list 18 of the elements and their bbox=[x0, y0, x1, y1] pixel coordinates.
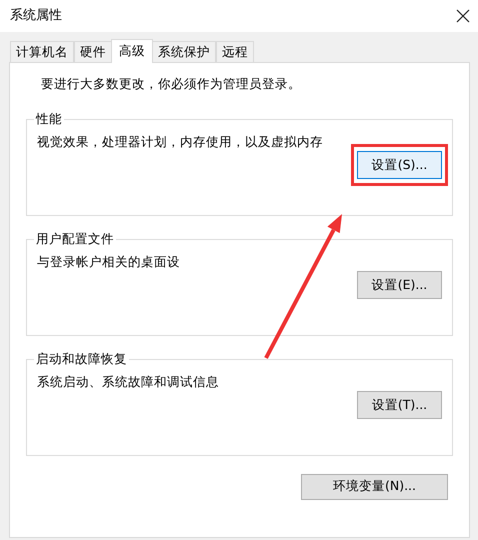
window-title: 系统属性 bbox=[10, 7, 62, 26]
group-title: 用户配置文件 bbox=[35, 230, 115, 248]
tab[interactable]: 系统保护 bbox=[152, 41, 216, 62]
notice-text: 要进行大多数更改，你必须作为管理员登录。 bbox=[40, 75, 302, 93]
close-icon[interactable] bbox=[456, 9, 470, 23]
tab[interactable]: 计算机名 bbox=[10, 41, 74, 62]
tab[interactable]: 远程 bbox=[216, 41, 254, 62]
tab[interactable]: 硬件 bbox=[74, 41, 112, 62]
group-description: 视觉效果，处理器计划，内存使用，以及虚拟内存 bbox=[37, 132, 324, 150]
group-title: 性能 bbox=[34, 110, 63, 128]
settings-button[interactable]: 设置(E)... bbox=[357, 271, 442, 300]
group-description: 系统启动、系统故障和调试信息 bbox=[37, 372, 220, 390]
settings-button[interactable]: 设置(T)... bbox=[357, 391, 442, 420]
group-title: 启动和故障恢复 bbox=[35, 350, 128, 368]
tab[interactable]: 高级 bbox=[111, 39, 153, 63]
environment-variables-button[interactable]: 环境变量(N)... bbox=[301, 474, 448, 500]
settings-button[interactable]: 设置(S)... bbox=[357, 151, 442, 180]
group-description: 与登录帐户相关的桌面设 bbox=[37, 252, 181, 270]
